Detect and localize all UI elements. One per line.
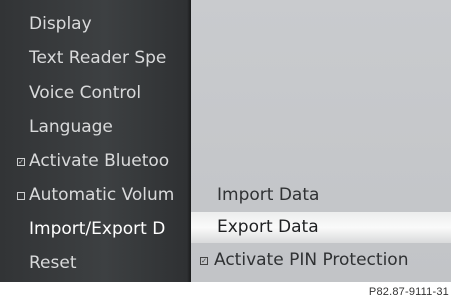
import-export-submenu: Import Data Export Data ✓ Activate PIN P… (191, 0, 451, 282)
menu-item-label: Import/Export D (29, 219, 166, 239)
submenu-item-activate-pin-protection[interactable]: ✓ Activate PIN Protection (191, 245, 451, 276)
menu-item-label: Display (29, 14, 92, 34)
submenu-item-label: Export Data (217, 217, 319, 237)
settings-menu: Display Text Reader Spe Voice Control La… (0, 0, 191, 282)
checkbox-unchecked-icon[interactable] (17, 192, 25, 200)
submenu-item-label: Import Data (217, 185, 320, 205)
menu-item-import-export-data[interactable]: Import/Export D (0, 214, 191, 245)
menu-item-automatic-volume[interactable]: Automatic Volum (0, 180, 191, 211)
menu-item-reset[interactable]: Reset (0, 248, 191, 279)
screen: Display Text Reader Spe Voice Control La… (0, 0, 451, 282)
menu-item-text-reader-speed[interactable]: Text Reader Spe (0, 43, 191, 74)
reference-code: P82.87-9111-31 (368, 286, 449, 298)
submenu-item-import-data[interactable]: Import Data (191, 180, 451, 211)
menu-item-label: Language (29, 117, 113, 137)
menu-item-voice-control[interactable]: Voice Control (0, 78, 191, 109)
menu-item-display[interactable]: Display (0, 9, 191, 40)
menu-item-language[interactable]: Language (0, 112, 191, 143)
submenu-item-label: Activate PIN Protection (214, 250, 409, 270)
menu-item-label: Text Reader Spe (29, 48, 167, 68)
checkbox-checked-icon[interactable]: ✓ (17, 158, 25, 166)
menu-item-label: Voice Control (29, 83, 142, 103)
menu-item-activate-bluetooth[interactable]: ✓ Activate Bluetoo (0, 146, 191, 177)
menu-item-label: Activate Bluetoo (29, 151, 170, 171)
menu-item-label: Reset (29, 253, 77, 273)
checkbox-checked-icon[interactable]: ✓ (200, 257, 208, 265)
menu-item-label: Automatic Volum (29, 185, 175, 205)
submenu-item-export-data[interactable]: Export Data (191, 212, 451, 243)
